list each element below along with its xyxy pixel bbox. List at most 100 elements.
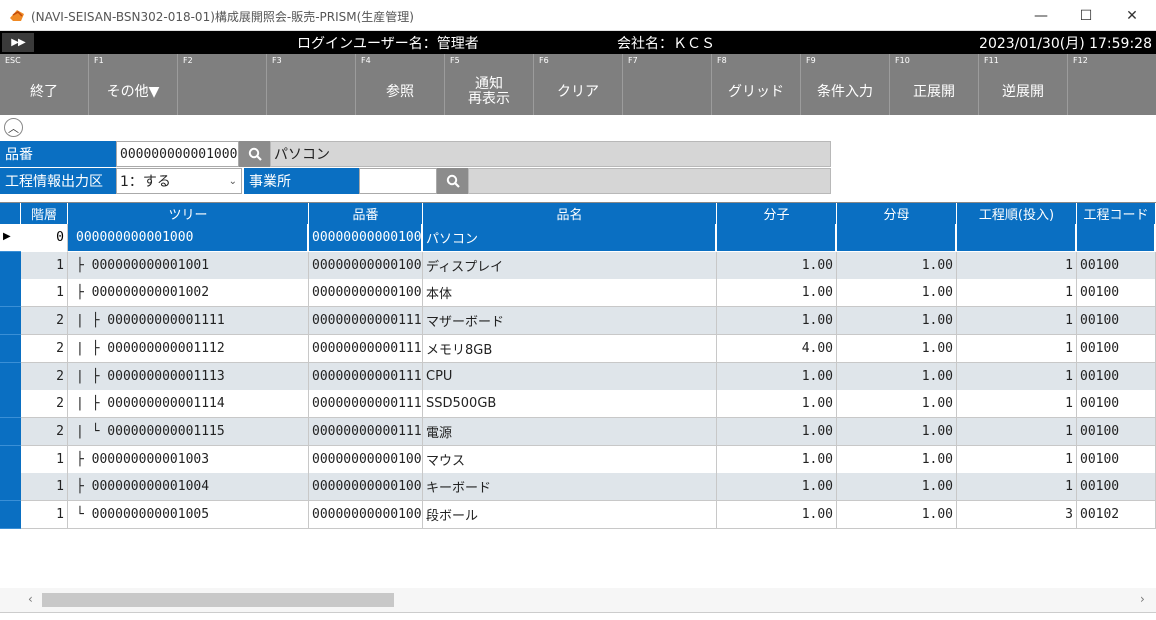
table-row[interactable]: 1 └ 000000000001005 000000000001005 段ボール 1.0… — [0, 501, 1156, 529]
process-output-select[interactable]: 1：する ⌄ — [116, 168, 242, 194]
maximize-button[interactable]: ☐ — [1063, 0, 1109, 31]
cell-level[interactable]: 1 — [21, 473, 68, 502]
cell-item-no[interactable]: 000000000001111 — [309, 307, 423, 336]
cell-tree[interactable]: ├ 000000000001001 — [68, 251, 309, 280]
cell-item-no[interactable]: 000000000001003 — [309, 445, 423, 474]
column-header[interactable]: 分母 — [837, 203, 957, 224]
cell-name[interactable]: ディスプレイ — [423, 251, 717, 280]
fkey-f12[interactable]: F12 — [1068, 54, 1156, 115]
cell-name[interactable]: マウス — [423, 445, 717, 474]
cell-seq[interactable]: 1 — [957, 251, 1077, 280]
cell-den[interactable]: 1.00 — [837, 334, 957, 363]
row-header[interactable] — [0, 307, 21, 336]
cell-name[interactable]: SSD500GB — [423, 390, 717, 419]
cell-item-no[interactable]: 000000000001115 — [309, 417, 423, 446]
cell-num[interactable]: 1.00 — [717, 473, 837, 502]
minimize-button[interactable]: — — [1018, 0, 1064, 31]
row-header[interactable] — [0, 279, 21, 308]
cell-tree[interactable]: 000000000001000 — [68, 224, 309, 252]
cell-name[interactable]: パソコン — [423, 224, 717, 252]
table-row[interactable]: 2 | ├ 000000000001114 000000000001114 SSD50… — [0, 390, 1156, 419]
cell-name[interactable]: 電源 — [423, 417, 717, 446]
cell-tree[interactable]: | ├ 000000000001114 — [68, 390, 309, 419]
cell-tree[interactable]: | ├ 000000000001111 — [68, 307, 309, 336]
cell-tree[interactable]: └ 000000000001005 — [68, 501, 309, 529]
item-no-input[interactable]: 000000000001000 — [116, 141, 239, 167]
cell-level[interactable]: 2 — [21, 307, 68, 336]
collapse-conditions-button[interactable]: ︿ — [4, 118, 23, 137]
row-header[interactable] — [0, 445, 21, 474]
cell-seq[interactable]: 1 — [957, 390, 1077, 419]
cell-item-no[interactable]: 000000000001005 — [309, 501, 423, 529]
cell-den[interactable]: 1.00 — [837, 279, 957, 308]
table-row[interactable]: 2 | └ 000000000001115 000000000001115 電源 1.0… — [0, 417, 1156, 446]
cell-level[interactable]: 1 — [21, 501, 68, 529]
cell-proc[interactable] — [1077, 224, 1156, 252]
cell-seq[interactable]: 1 — [957, 417, 1077, 446]
cell-num[interactable]: 1.00 — [717, 390, 837, 419]
cell-num[interactable] — [717, 224, 837, 252]
table-row[interactable]: 2 | ├ 000000000001111 000000000001111 マザーボー… — [0, 307, 1156, 336]
cell-den[interactable]: 1.00 — [837, 251, 957, 280]
cell-level[interactable]: 1 — [21, 251, 68, 280]
cell-seq[interactable]: 1 — [957, 334, 1077, 363]
row-header[interactable] — [0, 334, 21, 363]
fkey-f4[interactable]: F4 参照 — [356, 54, 445, 115]
scrollbar-thumb[interactable] — [42, 593, 394, 607]
table-row[interactable]: 2 | ├ 000000000001113 000000000001113 CPU 1.… — [0, 362, 1156, 391]
office-search-button[interactable] — [437, 168, 468, 194]
table-row[interactable]: 2 | ├ 000000000001112 000000000001112 メモリ8G… — [0, 334, 1156, 363]
cell-proc[interactable]: 00100 — [1077, 251, 1156, 280]
cell-den[interactable]: 1.00 — [837, 445, 957, 474]
cell-level[interactable]: 2 — [21, 362, 68, 391]
cell-tree[interactable]: ├ 000000000001002 — [68, 279, 309, 308]
cell-seq[interactable]: 1 — [957, 445, 1077, 474]
cell-proc[interactable]: 00100 — [1077, 307, 1156, 336]
fkey-f8[interactable]: F8 グリッド — [712, 54, 801, 115]
cell-item-no[interactable]: 000000000001112 — [309, 334, 423, 363]
row-header[interactable] — [0, 417, 21, 446]
cell-num[interactable]: 4.00 — [717, 334, 837, 363]
fkey-f3[interactable]: F3 — [267, 54, 356, 115]
cell-num[interactable]: 1.00 — [717, 251, 837, 280]
column-header[interactable]: 品番 — [309, 203, 423, 224]
table-row[interactable]: 1 ├ 000000000001001 000000000001001 ディスプレイ 1… — [0, 251, 1156, 280]
cell-seq[interactable]: 1 — [957, 307, 1077, 336]
cell-item-no[interactable]: 000000000001001 — [309, 251, 423, 280]
cell-num[interactable]: 1.00 — [717, 417, 837, 446]
fkey-f9[interactable]: F9 条件入力 — [801, 54, 890, 115]
cell-seq[interactable]: 1 — [957, 473, 1077, 502]
row-header[interactable]: ▶ — [0, 224, 21, 252]
office-input[interactable] — [359, 168, 437, 194]
cell-den[interactable]: 1.00 — [837, 417, 957, 446]
cell-item-no[interactable]: 000000000001000 — [309, 224, 423, 252]
row-header[interactable] — [0, 473, 21, 502]
cell-name[interactable]: CPU — [423, 362, 717, 391]
cell-name[interactable]: メモリ8GB — [423, 334, 717, 363]
fkey-f6[interactable]: F6 クリア — [534, 54, 623, 115]
cell-proc[interactable]: 00100 — [1077, 390, 1156, 419]
cell-level[interactable]: 1 — [21, 279, 68, 308]
cell-proc[interactable]: 00100 — [1077, 473, 1156, 502]
item-search-button[interactable] — [239, 141, 270, 167]
cell-num[interactable]: 1.00 — [717, 307, 837, 336]
close-button[interactable]: ✕ — [1109, 0, 1155, 31]
fkey-f1[interactable]: F1 その他▼ — [89, 54, 178, 115]
fkey-esc[interactable]: ESC 終了 — [0, 54, 89, 115]
fkey-f10[interactable]: F10 正展開 — [890, 54, 979, 115]
row-header[interactable] — [0, 251, 21, 280]
cell-name[interactable]: キーボード — [423, 473, 717, 502]
horizontal-scrollbar[interactable]: ‹ › — [0, 588, 1156, 612]
cell-name[interactable]: 段ボール — [423, 501, 717, 529]
cell-num[interactable]: 1.00 — [717, 501, 837, 529]
cell-proc[interactable]: 00100 — [1077, 334, 1156, 363]
cell-num[interactable]: 1.00 — [717, 445, 837, 474]
scroll-right-icon[interactable]: › — [1140, 592, 1145, 606]
cell-proc[interactable]: 00102 — [1077, 501, 1156, 529]
cell-proc[interactable]: 00100 — [1077, 417, 1156, 446]
cell-den[interactable]: 1.00 — [837, 390, 957, 419]
cell-item-no[interactable]: 000000000001113 — [309, 362, 423, 391]
cell-level[interactable]: 0 — [21, 224, 68, 252]
cell-item-no[interactable]: 000000000001114 — [309, 390, 423, 419]
cell-name[interactable]: マザーボード — [423, 307, 717, 336]
